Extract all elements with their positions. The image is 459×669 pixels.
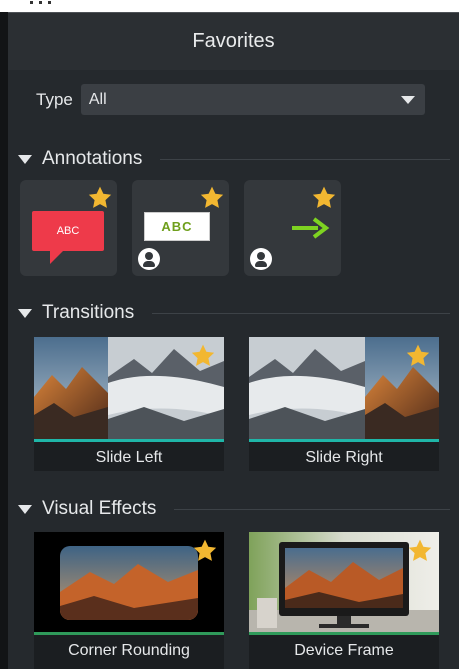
user-icon — [138, 248, 160, 270]
speech-bubble-tail — [50, 250, 64, 264]
cropped-text-fragment — [30, 0, 100, 4]
favorites-panel: Favorites Type All Annotations ABC ABC T… — [0, 0, 459, 669]
favorite-star-icon[interactable] — [192, 538, 218, 564]
tile-accent-bar — [249, 632, 439, 635]
annotation-tile-speech-bubble[interactable]: ABC — [20, 180, 117, 276]
section-title-transitions: Transitions — [42, 302, 135, 323]
panel-edge — [0, 12, 8, 669]
collapse-triangle-icon — [18, 504, 32, 514]
favorite-star-icon[interactable] — [199, 185, 225, 211]
collapse-triangle-icon — [18, 308, 32, 318]
arrow-right-icon — [292, 217, 330, 239]
section-title-annotations: Annotations — [42, 148, 143, 169]
device-frame-thumbnail — [249, 532, 439, 634]
section-title-visual-effects: Visual Effects — [42, 498, 157, 519]
favorite-star-icon[interactable] — [87, 185, 113, 211]
collapse-triangle-icon — [18, 154, 32, 164]
type-filter-label: Type — [36, 89, 73, 109]
section-divider — [152, 312, 450, 314]
section-header-transitions[interactable]: Transitions — [18, 302, 450, 324]
top-strip — [0, 0, 459, 12]
type-filter-dropdown[interactable]: All — [80, 84, 425, 115]
favorite-star-icon[interactable] — [407, 538, 433, 564]
speech-bubble-thumbnail: ABC — [32, 211, 104, 251]
text-box-thumbnail: ABC — [144, 212, 210, 241]
section-divider — [174, 508, 450, 510]
tile-label: Slide Left — [95, 449, 163, 466]
favorite-star-icon[interactable] — [190, 343, 216, 369]
transition-tile-slide-left[interactable]: Slide Left — [34, 337, 224, 471]
tile-label: Slide Right — [305, 449, 383, 466]
tile-label: Device Frame — [294, 642, 394, 659]
tile-label: Corner Rounding — [68, 642, 190, 659]
tile-accent-bar — [34, 439, 224, 442]
corner-rounding-thumbnail — [34, 532, 224, 634]
user-icon — [250, 248, 272, 270]
transition-tile-slide-right[interactable]: Slide Right — [249, 337, 439, 471]
type-filter-row: Type All — [36, 84, 425, 115]
favorite-star-icon[interactable] — [405, 343, 431, 369]
speech-bubble-text: ABC — [56, 225, 80, 237]
section-divider — [160, 158, 450, 160]
slide-right-thumbnail — [249, 337, 439, 439]
annotation-tile-arrow[interactable] — [244, 180, 341, 276]
slide-left-thumbnail — [34, 337, 224, 439]
section-header-annotations[interactable]: Annotations — [18, 148, 450, 170]
effect-tile-device-frame[interactable]: Device Frame — [249, 532, 439, 669]
type-filter-value: All — [88, 90, 107, 108]
section-header-visual-effects[interactable]: Visual Effects — [18, 498, 450, 520]
tile-accent-bar — [34, 632, 224, 635]
text-box-text: ABC — [161, 219, 193, 234]
chevron-down-icon — [400, 95, 415, 104]
panel-title: Favorites — [192, 30, 275, 52]
panel-header: Favorites — [8, 12, 459, 70]
favorite-star-icon[interactable] — [311, 185, 337, 211]
annotation-tile-text-box[interactable]: ABC — [132, 180, 229, 276]
effect-tile-corner-rounding[interactable]: Corner Rounding — [34, 532, 224, 669]
tile-accent-bar — [249, 439, 439, 442]
